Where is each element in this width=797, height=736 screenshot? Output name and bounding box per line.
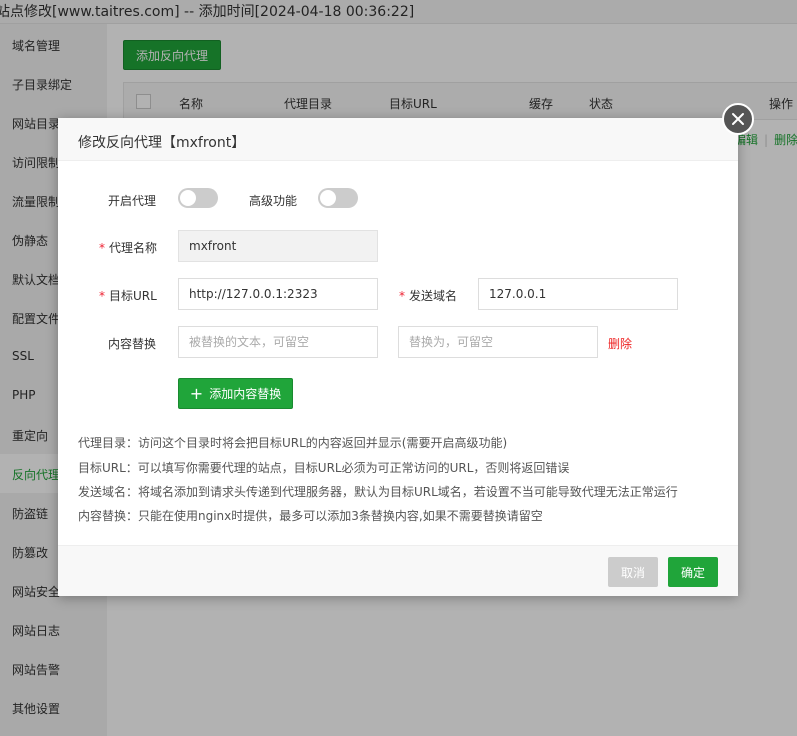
- enable-proxy-label: 开启代理: [108, 194, 157, 208]
- dialog-title: 修改反向代理【mxfront】: [78, 135, 246, 151]
- delete-replace-link[interactable]: 删除: [608, 335, 632, 352]
- confirm-button[interactable]: 确定: [668, 557, 718, 587]
- dialog-header: 修改反向代理【mxfront】: [58, 118, 738, 161]
- add-content-replace-button[interactable]: + 添加内容替换: [178, 378, 293, 409]
- advanced-toggle[interactable]: [318, 188, 358, 208]
- advanced-label: 高级功能: [249, 194, 298, 208]
- help-text-send-domain: 发送域名：将域名添加到请求头传递到代理服务器，默认为目标URL域名，若设置不当可…: [78, 485, 678, 499]
- send-domain-label: * 发送域名: [399, 289, 458, 303]
- enable-proxy-toggle[interactable]: [178, 188, 218, 208]
- target-url-input[interactable]: [178, 278, 378, 310]
- edit-proxy-dialog: 修改反向代理【mxfront】 开启代理 高级功能 *代理名称 *目标URL *…: [58, 103, 754, 596]
- dialog-footer: 取消 确定: [58, 545, 738, 596]
- help-text-target-url: 目标URL：可以填写你需要代理的站点，目标URL必须为可正常访问的URL，否则将…: [78, 461, 570, 475]
- cancel-button[interactable]: 取消: [608, 557, 658, 587]
- close-icon: [732, 113, 744, 125]
- content-replace-label: 内容替换: [108, 337, 157, 351]
- replace-from-input[interactable]: [178, 326, 378, 358]
- help-text-replace: 内容替换：只能在使用nginx时提供，最多可以添加3条替换内容,如果不需要替换请…: [78, 509, 543, 523]
- close-dialog-button[interactable]: [722, 103, 754, 135]
- plus-icon: +: [189, 383, 204, 403]
- proxy-name-input: [178, 230, 378, 262]
- proxy-name-label: * 代理名称: [99, 241, 158, 255]
- replace-to-input[interactable]: [398, 326, 598, 358]
- send-domain-input[interactable]: [478, 278, 678, 310]
- help-text-proxy-dir: 代理目录：访问这个目录时将会把目标URL的内容返回并显示(需要开启高级功能): [78, 436, 508, 450]
- target-url-label: * 目标URL: [99, 289, 157, 303]
